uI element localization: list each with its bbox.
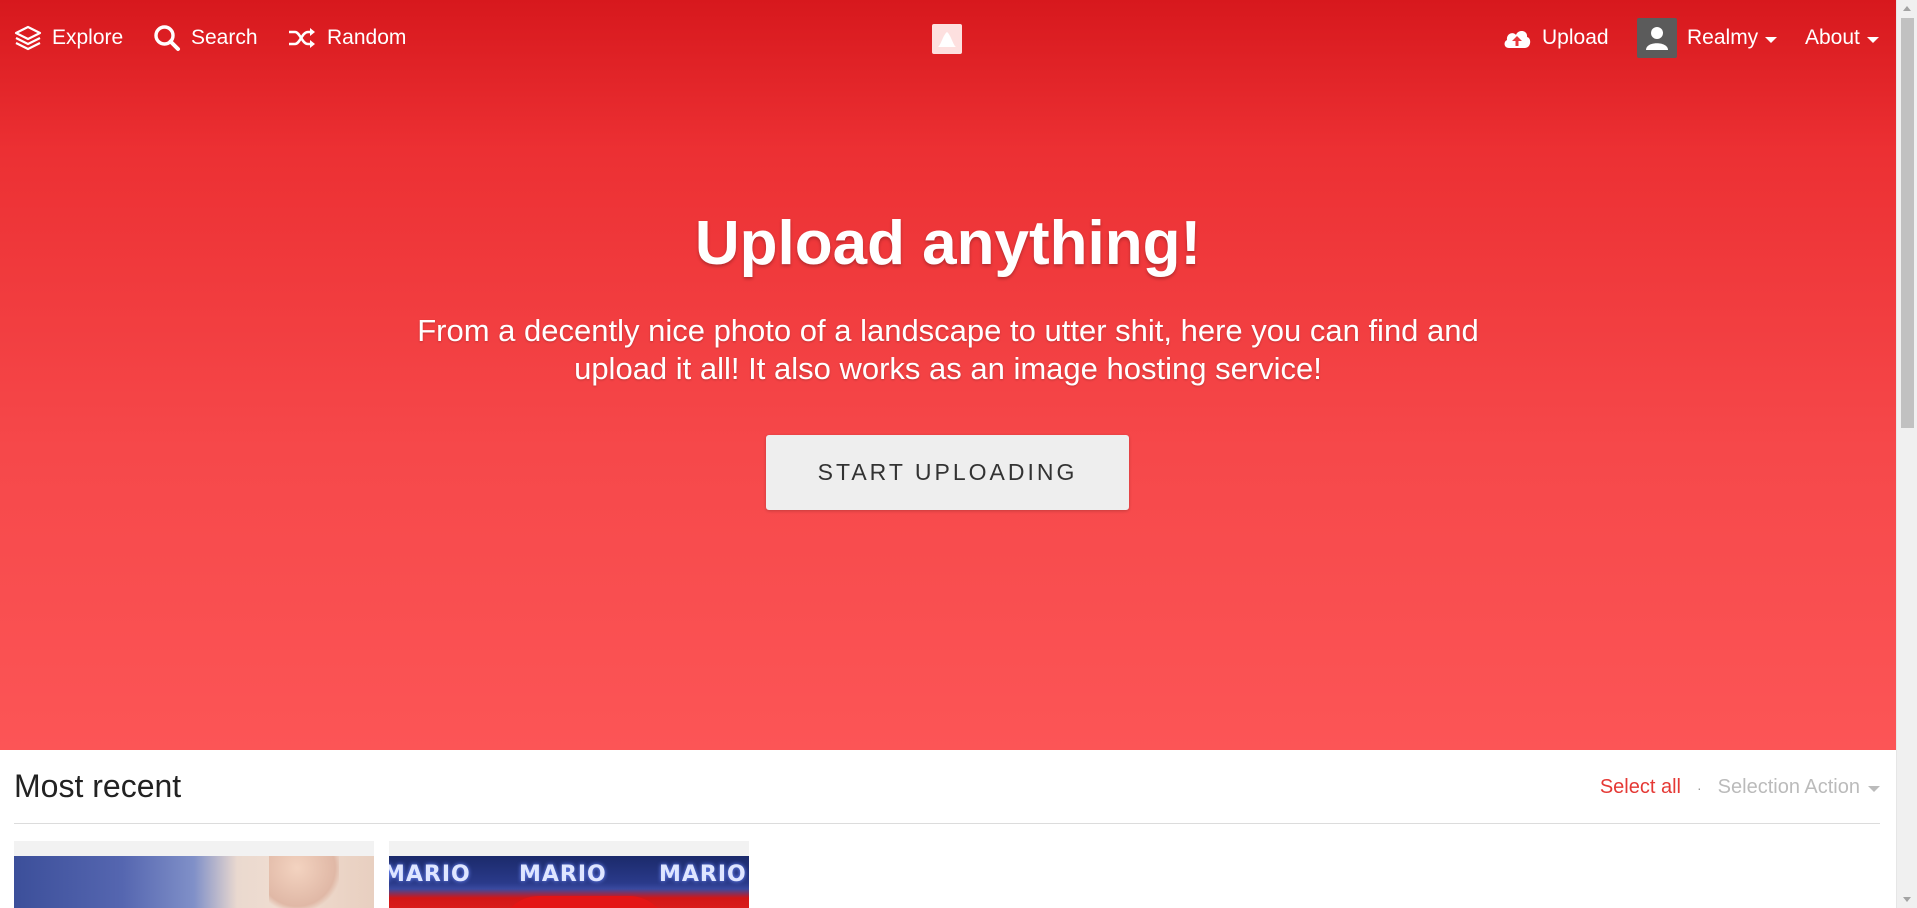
nav-about-menu[interactable]: About — [1805, 22, 1879, 54]
chevron-down-icon — [1868, 785, 1880, 792]
image-thumbnail[interactable]: MARIO MARIO MARIO — [389, 841, 749, 908]
thumbnail-text: MARIO — [389, 862, 471, 887]
nav-user-menu[interactable]: Realmy — [1637, 18, 1778, 58]
nav-explore-label: Explore — [52, 26, 124, 49]
chevron-down-icon — [1765, 36, 1778, 43]
thumbnail-image — [14, 856, 374, 908]
nav-explore[interactable]: Explore — [14, 22, 123, 54]
layers-icon — [14, 25, 42, 51]
vertical-scrollbar[interactable] — [1896, 0, 1917, 908]
selection-action-label: Selection Action — [1717, 776, 1860, 798]
top-navbar: Explore Search Random Upload Realmy Abou… — [0, 0, 1896, 76]
thumbnail-text: MARIO — [659, 862, 747, 887]
scroll-up-icon[interactable] — [1897, 0, 1917, 17]
cloud-upload-icon — [1502, 26, 1532, 50]
hero-title: Upload anything! — [694, 209, 1202, 278]
nav-upload[interactable]: Upload — [1502, 22, 1609, 54]
scroll-down-icon[interactable] — [1897, 891, 1917, 908]
shuffle-icon — [287, 26, 317, 50]
nav-upload-label: Upload — [1542, 26, 1609, 49]
selection-action-dropdown[interactable]: Selection Action — [1718, 776, 1880, 799]
thumbnail-image: MARIO MARIO MARIO — [389, 856, 749, 908]
hero-banner: Explore Search Random Upload Realmy Abou… — [0, 0, 1896, 750]
nav-search[interactable]: Search — [153, 22, 258, 54]
select-all-link[interactable]: Select all — [1600, 776, 1681, 799]
thumbnail-text: MARIO — [519, 862, 607, 887]
scrollbar-thumb[interactable] — [1901, 18, 1914, 428]
search-icon — [153, 24, 181, 52]
nav-random-label: Random — [327, 26, 407, 49]
section-actions: Select all · Selection Action — [1600, 776, 1880, 799]
most-recent-header: Most recent Select all · Selection Actio… — [14, 762, 1880, 824]
image-thumbnail[interactable] — [14, 841, 374, 908]
nav-user-label: Realmy — [1687, 26, 1759, 49]
section-title: Most recent — [14, 768, 182, 804]
nav-search-label: Search — [191, 26, 258, 49]
thumbnail-red-shape — [499, 896, 669, 908]
nav-about-label: About — [1805, 26, 1860, 49]
chevron-down-icon — [1866, 36, 1879, 43]
start-uploading-button[interactable]: START UPLOADING — [766, 435, 1129, 510]
user-avatar-icon — [1637, 18, 1677, 58]
site-logo[interactable] — [932, 24, 962, 54]
nav-random[interactable]: Random — [287, 22, 406, 54]
page: Explore Search Random Upload Realmy Abou… — [0, 0, 1896, 908]
separator: · — [1697, 779, 1702, 796]
hero-description: From a decently nice photo of a landscap… — [417, 313, 1479, 386]
